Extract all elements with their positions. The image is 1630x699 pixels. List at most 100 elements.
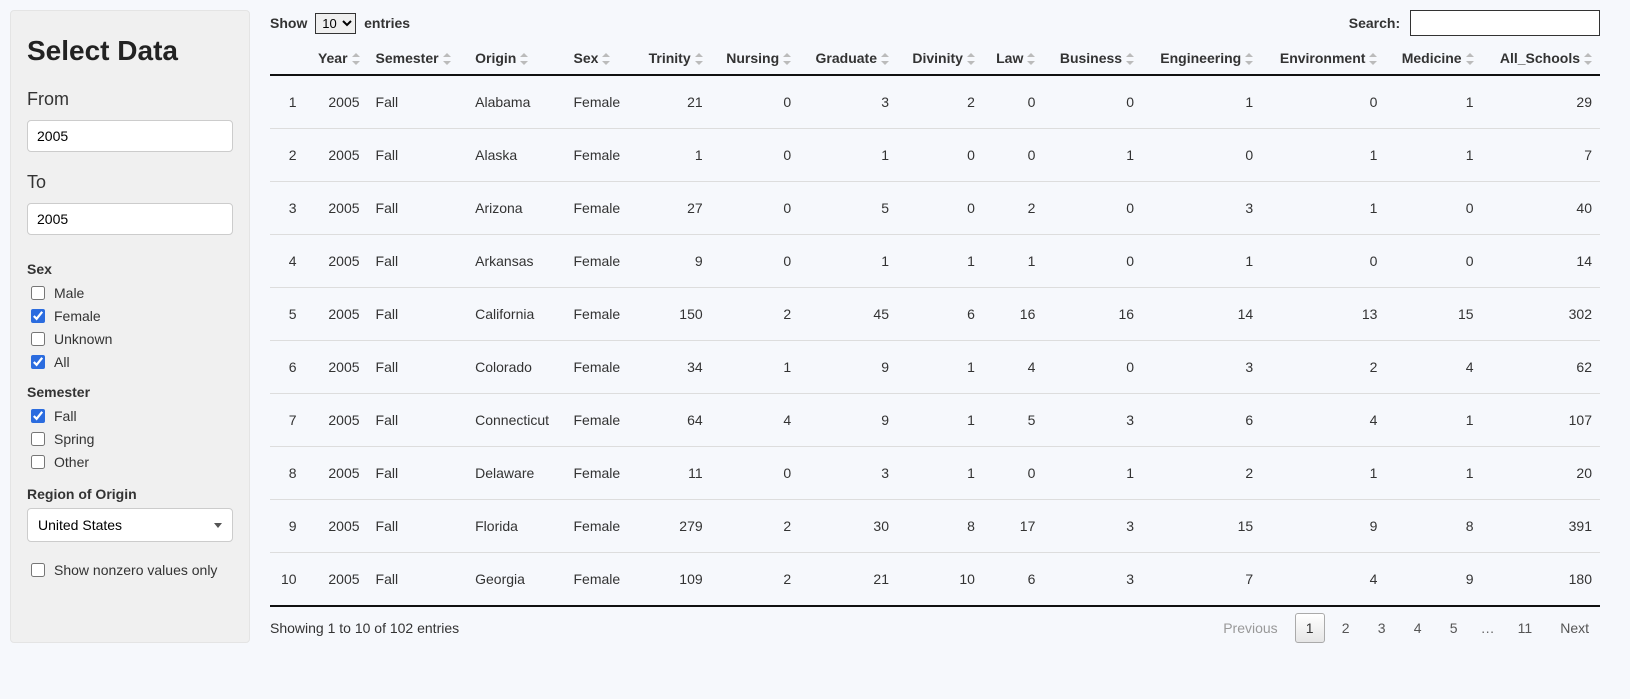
sex-checkbox[interactable] [31,332,45,346]
to-label: To [27,172,233,193]
table-cell: 5 [270,288,305,341]
table-cell: Female [566,394,635,447]
caret-down-icon [214,523,222,528]
pagination-page[interactable]: 3 [1367,613,1397,643]
table-cell: 1 [1385,75,1481,129]
table-cell: Female [566,553,635,607]
pagination-page[interactable]: 5 [1439,613,1469,643]
search-label: Search: [1349,15,1400,31]
table-cell: 150 [634,288,711,341]
sex-option[interactable]: All [27,352,233,372]
length-suffix: entries [364,15,410,31]
column-header[interactable]: Sex [566,42,635,75]
table-cell: Fall [368,288,468,341]
table-cell: 9 [1261,500,1385,553]
table-cell: 3 [799,447,897,500]
table-cell: 4 [983,341,1043,394]
nonzero-checkbox-row[interactable]: Show nonzero values only [27,560,233,580]
region-selected-value: United States [38,517,122,533]
sex-option-label: Unknown [54,331,112,347]
column-header[interactable]: Graduate [799,42,897,75]
pagination-page[interactable]: 4 [1403,613,1433,643]
column-header[interactable]: Engineering [1142,42,1261,75]
column-header[interactable]: Trinity [634,42,711,75]
table-cell: 0 [1261,75,1385,129]
table-row: 62005FallColoradoFemale341914032462 [270,341,1600,394]
column-header-label: Graduate [816,50,877,66]
nonzero-checkbox[interactable] [31,563,45,577]
column-header[interactable]: Semester [368,42,468,75]
column-header-label: Year [318,50,348,66]
column-header[interactable]: Origin [467,42,565,75]
table-row: 92005FallFloridaFemale27923081731598391 [270,500,1600,553]
column-header-label: Environment [1280,50,1366,66]
table-row: 32005FallArizonaFemale270502031040 [270,182,1600,235]
table-row: 102005FallGeorgiaFemale1092211063749180 [270,553,1600,607]
table-cell: 1 [1385,129,1481,182]
sort-icon [1466,53,1474,65]
table-cell: 8 [1385,500,1481,553]
table-cell: 2 [711,553,799,607]
pagination-page[interactable]: 2 [1331,613,1361,643]
sort-icon [967,53,975,65]
table-cell: 2 [1142,447,1261,500]
column-header[interactable]: Year [305,42,368,75]
table-cell: 64 [634,394,711,447]
table-cell: 1 [1385,447,1481,500]
region-select[interactable]: United States [27,508,233,542]
semester-option[interactable]: Spring [27,429,233,449]
pagination-page[interactable]: 1 [1295,613,1325,643]
column-header-label: Medicine [1402,50,1462,66]
table-cell: Alabama [467,75,565,129]
table-cell: 3 [1043,394,1142,447]
pagination-previous[interactable]: Previous [1212,613,1288,643]
sex-checkbox[interactable] [31,355,45,369]
sort-icon [352,53,360,65]
to-input[interactable] [27,203,233,235]
table-cell: 107 [1482,394,1600,447]
sex-option[interactable]: Unknown [27,329,233,349]
sex-checkbox[interactable] [31,309,45,323]
table-cell: 15 [1142,500,1261,553]
column-header[interactable]: Nursing [711,42,799,75]
table-row: 22005FallAlaskaFemale1010010117 [270,129,1600,182]
table-cell: 16 [1043,288,1142,341]
semester-checkbox[interactable] [31,409,45,423]
semester-checkbox[interactable] [31,455,45,469]
table-cell: Arkansas [467,235,565,288]
semester-option[interactable]: Fall [27,406,233,426]
table-cell: 1 [897,235,983,288]
table-cell: California [467,288,565,341]
column-header[interactable]: Business [1043,42,1142,75]
sort-icon [1245,53,1253,65]
from-input[interactable] [27,120,233,152]
column-header[interactable]: Environment [1261,42,1385,75]
table-cell: 2005 [305,341,368,394]
table-cell: 2005 [305,394,368,447]
semester-checkbox[interactable] [31,432,45,446]
table-cell: Georgia [467,553,565,607]
search-input[interactable] [1410,10,1600,36]
table-cell: 2005 [305,553,368,607]
semester-option[interactable]: Other [27,452,233,472]
column-header[interactable] [270,42,305,75]
sex-option[interactable]: Male [27,283,233,303]
main-content: Show 10 entries Search: YearSemesterOrig… [270,10,1600,643]
table-cell: 4 [711,394,799,447]
column-header[interactable]: Medicine [1385,42,1481,75]
table-cell: 3 [1043,553,1142,607]
sex-checkbox[interactable] [31,286,45,300]
column-header[interactable]: Divinity [897,42,983,75]
table-cell: 0 [711,182,799,235]
sex-option[interactable]: Female [27,306,233,326]
semester-option-label: Fall [54,408,77,424]
table-cell: 0 [983,447,1043,500]
column-header[interactable]: Law [983,42,1043,75]
table-cell: 4 [1261,394,1385,447]
length-select[interactable]: 10 [315,13,356,34]
pagination-page[interactable]: 11 [1507,613,1544,643]
pagination-next[interactable]: Next [1549,613,1600,643]
table-cell: 8 [270,447,305,500]
column-header[interactable]: All_Schools [1482,42,1600,75]
table-cell: 1 [897,341,983,394]
